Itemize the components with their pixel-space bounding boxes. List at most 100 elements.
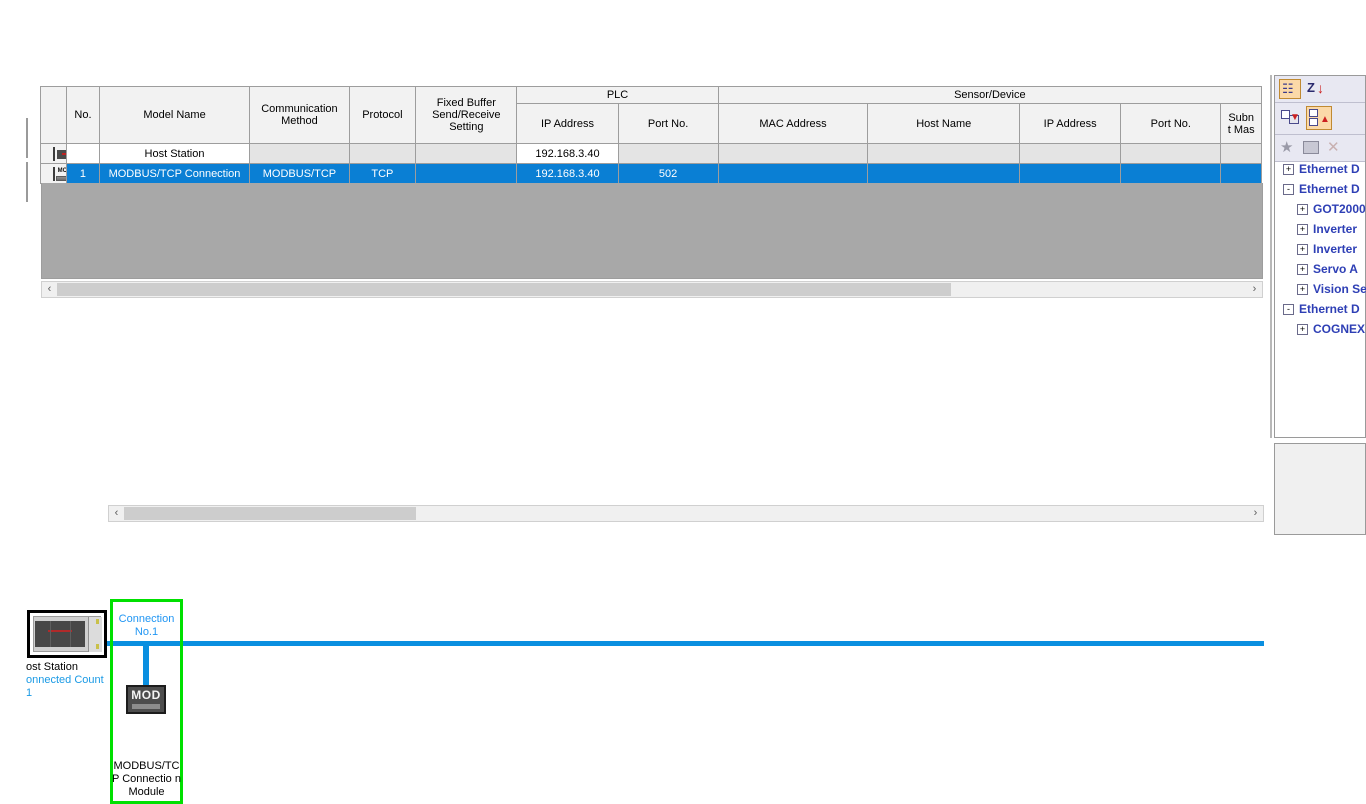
cell-no[interactable] bbox=[66, 143, 100, 164]
diagram-hscrollbar[interactable]: ‹ › bbox=[108, 505, 1264, 522]
collapse-minus-icon[interactable]: - bbox=[1283, 304, 1294, 315]
tree-item-label: GOT2000 bbox=[1313, 202, 1366, 216]
modbus-module-caption: MODBUS/TC P Connectio n Module bbox=[112, 760, 181, 798]
cell-device-ip-address[interactable] bbox=[1019, 163, 1122, 184]
col-group-header-sensor-device: Sensor/Device bbox=[717, 86, 1263, 104]
tree-item[interactable]: + Inverter bbox=[1280, 220, 1366, 240]
cell-fixed-buffer[interactable] bbox=[415, 143, 518, 164]
sort-alpha-desc-button[interactable]: Z ↓ bbox=[1305, 79, 1327, 99]
cell-device-port-no[interactable] bbox=[1120, 143, 1222, 164]
modbus-badge-label: MOD bbox=[131, 688, 161, 702]
tree-item[interactable]: + Vision Se bbox=[1280, 280, 1366, 300]
cell-no[interactable]: 1 bbox=[66, 163, 100, 184]
col-header-fixed-buffer-setting[interactable]: Fixed Buffer Send/Receive Setting bbox=[415, 86, 518, 144]
cell-subnet-mask[interactable] bbox=[1220, 163, 1262, 184]
tree-item-label: Ethernet D bbox=[1299, 162, 1360, 176]
panel-splitter-upper[interactable] bbox=[26, 118, 28, 158]
table-empty-area[interactable] bbox=[41, 183, 1263, 279]
expand-plus-icon[interactable]: + bbox=[1297, 264, 1308, 275]
cell-mac-address[interactable] bbox=[717, 143, 869, 164]
cell-fixed-buffer[interactable] bbox=[415, 163, 518, 184]
expand-plus-icon[interactable]: + bbox=[1297, 324, 1308, 335]
cell-protocol[interactable]: TCP bbox=[348, 163, 417, 184]
tree-item-label: Ethernet D bbox=[1299, 302, 1360, 316]
expand-plus-icon[interactable]: + bbox=[1297, 204, 1308, 215]
cell-host-name[interactable] bbox=[867, 143, 1021, 164]
folder-add-icon[interactable] bbox=[1303, 141, 1319, 154]
plc-side-module bbox=[88, 617, 102, 652]
col-header-subnet-mask[interactable]: Subn t Mas bbox=[1220, 103, 1262, 144]
expand-plus-icon[interactable]: + bbox=[1297, 244, 1308, 255]
cell-device-port-no[interactable] bbox=[1120, 163, 1222, 184]
dock-splitter[interactable] bbox=[1270, 75, 1272, 438]
cell-communication-method[interactable]: MODBUS/TCP bbox=[249, 163, 350, 184]
cell-model-name[interactable]: Host Station bbox=[98, 143, 251, 164]
col-header-device-ip-address[interactable]: IP Address bbox=[1019, 103, 1122, 144]
tree-item[interactable]: + Servo A bbox=[1280, 260, 1366, 280]
col-header-model-name[interactable]: Model Name bbox=[98, 86, 251, 144]
tree-item[interactable]: + GOT2000 bbox=[1280, 200, 1366, 220]
collapse-all-button[interactable]: ▼ bbox=[1281, 108, 1303, 128]
module-detail-panel[interactable] bbox=[1274, 443, 1366, 535]
tree-item[interactable]: - Ethernet D bbox=[1280, 180, 1366, 200]
col-header-plc-port-no[interactable]: Port No. bbox=[617, 103, 719, 144]
panel-splitter-lower[interactable] bbox=[26, 162, 28, 202]
cell-model-name[interactable]: MODBUS/TCP Connection bbox=[98, 163, 251, 184]
expand-plus-icon[interactable]: + bbox=[1297, 284, 1308, 295]
modbus-tcp-module-node[interactable]: MOD bbox=[126, 685, 166, 714]
cell-plc-port-no[interactable]: 502 bbox=[617, 163, 719, 184]
cell-plc-ip-address[interactable]: 192.168.3.40 bbox=[516, 143, 619, 164]
tree-item[interactable]: - Ethernet D bbox=[1280, 300, 1366, 320]
cell-plc-port-no[interactable] bbox=[617, 143, 719, 164]
table-scroll-left-arrow[interactable]: ‹ bbox=[42, 282, 57, 297]
col-header-mac-address[interactable]: MAC Address bbox=[717, 103, 869, 144]
plc-led-top bbox=[96, 619, 99, 624]
cell-host-name[interactable] bbox=[867, 163, 1021, 184]
tree-item[interactable]: + Inverter bbox=[1280, 240, 1366, 260]
table-scroll-thumb[interactable] bbox=[57, 283, 951, 296]
tree-item-label: Servo A bbox=[1313, 262, 1358, 276]
table: No. Model Name Communication Method Prot… bbox=[39, 86, 1263, 184]
network-diagram-panel[interactable]: ost Station onnected Count 1 Connection … bbox=[0, 300, 1264, 804]
table-scroll-right-arrow[interactable]: › bbox=[1247, 282, 1262, 297]
connected-count-label: onnected Count bbox=[26, 674, 104, 686]
module-list-dock: ☷ Z ↓ ▼ ▲ ★ ✕ + Ethernet D - Ethernet D … bbox=[1270, 75, 1366, 535]
col-header-icon[interactable] bbox=[39, 86, 68, 144]
col-header-plc-ip-address[interactable]: IP Address bbox=[516, 103, 619, 144]
col-header-communication-method[interactable]: Communication Method bbox=[249, 86, 350, 144]
arrow-down-icon: ↓ bbox=[1317, 80, 1324, 96]
cell-device-ip-address[interactable] bbox=[1019, 143, 1122, 164]
row-icon-cell[interactable] bbox=[39, 143, 68, 164]
col-header-protocol[interactable]: Protocol bbox=[348, 86, 417, 144]
table-hscrollbar[interactable]: ‹ › bbox=[41, 281, 1263, 298]
tree-item-label: Vision Se bbox=[1313, 282, 1366, 296]
expand-plus-icon[interactable]: + bbox=[1297, 224, 1308, 235]
col-header-device-port-no[interactable]: Port No. bbox=[1120, 103, 1222, 144]
expand-all-button[interactable]: ▲ bbox=[1306, 106, 1332, 130]
table-body: Host Station 192.168.3.40 1 MODBUS/TCP C… bbox=[39, 143, 1262, 184]
connected-count-value: 1 bbox=[26, 687, 33, 699]
cell-protocol[interactable] bbox=[348, 143, 417, 164]
sort-category-button[interactable]: ☷ bbox=[1279, 79, 1301, 99]
col-header-host-name[interactable]: Host Name bbox=[867, 103, 1021, 144]
collapse-minus-icon[interactable]: - bbox=[1283, 184, 1294, 195]
expand-plus-icon[interactable]: + bbox=[1283, 164, 1294, 175]
tree-item[interactable]: + Ethernet D bbox=[1280, 160, 1366, 180]
cell-plc-ip-address[interactable]: 192.168.3.40 bbox=[516, 163, 619, 184]
star-icon[interactable]: ★ bbox=[1280, 138, 1293, 156]
close-x-icon[interactable]: ✕ bbox=[1327, 138, 1340, 156]
module-tree[interactable]: + Ethernet D - Ethernet D + GOT2000 + Inverter +… bbox=[1280, 160, 1366, 340]
diagram-scroll-left-arrow[interactable]: ‹ bbox=[109, 506, 124, 521]
cell-subnet-mask[interactable] bbox=[1220, 143, 1262, 164]
col-header-no[interactable]: No. bbox=[66, 86, 100, 144]
host-station-plc-unit[interactable] bbox=[27, 610, 107, 658]
modbus-module-icon bbox=[52, 166, 55, 181]
diagram-scroll-thumb[interactable] bbox=[124, 507, 416, 520]
row-icon-cell[interactable] bbox=[39, 163, 68, 184]
cell-mac-address[interactable] bbox=[717, 163, 869, 184]
table-row[interactable]: 1 MODBUS/TCP Connection MODBUS/TCP TCP 1… bbox=[39, 163, 1262, 184]
diagram-scroll-right-arrow[interactable]: › bbox=[1248, 506, 1263, 521]
tree-item[interactable]: + COGNEX bbox=[1280, 320, 1366, 340]
table-row[interactable]: Host Station 192.168.3.40 bbox=[39, 143, 1262, 164]
cell-communication-method[interactable] bbox=[249, 143, 350, 164]
